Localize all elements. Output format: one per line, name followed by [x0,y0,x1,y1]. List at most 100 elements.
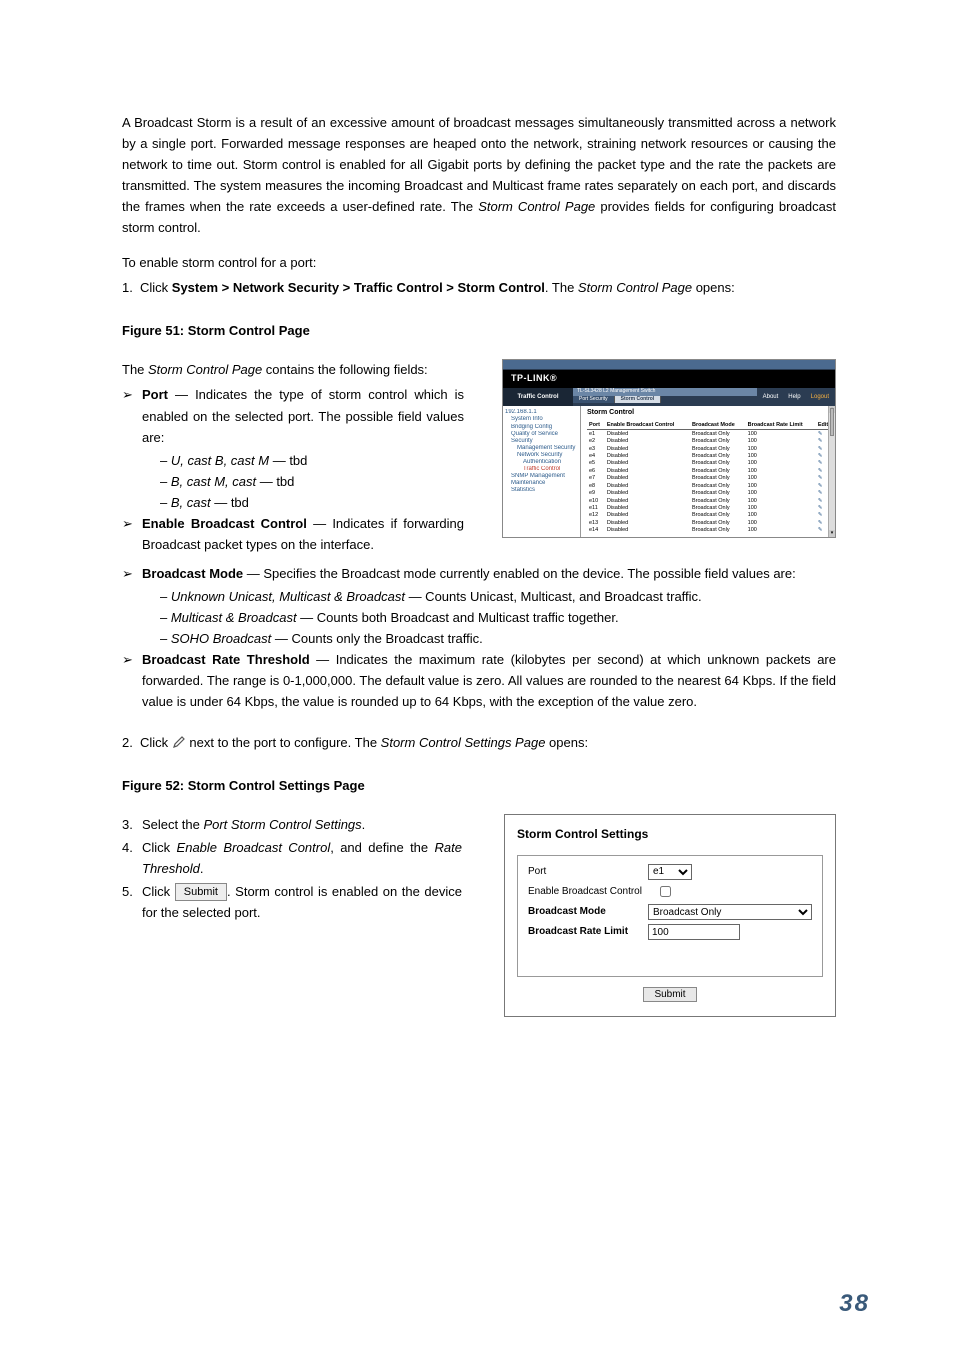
bm-name: Broadcast Mode [142,566,243,581]
ebc-name: Enable Broadcast Control [142,516,307,531]
table-row: e13DisabledBroadcast Only100✎ [587,519,833,526]
step2-pre: Click [140,735,172,750]
table-row: e5DisabledBroadcast Only100✎ [587,460,833,467]
bullet-icon: ➢ [122,563,142,584]
step1-pre: Click [140,280,172,295]
tree-item[interactable]: Statistics [505,487,578,494]
tree-item[interactable]: System Info [505,416,578,423]
figure-51-caption: Figure 51: Storm Control Page [122,320,836,341]
tab-storm-control[interactable]: Storm Control [615,396,662,404]
settings-title: Storm Control Settings [517,825,823,844]
table-row: e4DisabledBroadcast Only100✎ [587,452,833,459]
brt-name: Broadcast Rate Threshold [142,652,310,667]
tab-port-security[interactable]: Port Security [573,396,615,404]
fields-col: The Storm Control Page contains the foll… [122,359,464,556]
table-row: e11DisabledBroadcast Only100✎ [587,504,833,511]
tree-item[interactable]: Management Security [505,445,578,452]
s4-em: Enable Broadcast Control [177,840,331,855]
bullet-icon: ➢ [122,513,142,555]
link-logout[interactable]: Logout [811,394,829,401]
list-item: – U, cast B, cast M — tbd [160,450,464,471]
link-about[interactable]: About [763,394,779,401]
submit-button[interactable]: Submit [643,987,696,1002]
tree-item[interactable]: Security [505,438,578,445]
step1-bold: System > Network Security > Traffic Cont… [172,280,545,295]
bullet-ebc: ➢ Enable Broadcast Control — Indicates i… [122,513,464,555]
bullet-bm: ➢ Broadcast Mode — Specifies the Broadca… [122,563,836,584]
step5-num: 5. [122,881,142,923]
tree-item[interactable]: SNMP Management [505,473,578,480]
topbar-section: Traffic Control [503,388,573,406]
table-row: e6DisabledBroadcast Only100✎ [587,467,833,474]
step-4: 4. Click Enable Broadcast Control, and d… [122,837,462,879]
brl-input[interactable] [648,924,740,940]
list-item: – SOHO Broadcast — Counts only the Broad… [160,628,836,649]
panel-heading: Storm Control [587,409,833,417]
list-item: – B, cast M, cast — tbd [160,471,464,492]
step1-num: 1. [122,277,140,298]
table-row: e12DisabledBroadcast Only100✎ [587,512,833,519]
figure-51-screenshot: TP-LINK® Traffic Control TL-SL3428 L2 Ma… [502,359,836,538]
table-row: e2DisabledBroadcast Only100✎ [587,437,833,444]
bullet-icon: ➢ [122,384,142,447]
tree-item[interactable]: Bridging Config [505,424,578,431]
brand-logo: TP-LINK® [503,370,835,388]
intro-em: Storm Control Page [478,199,595,214]
step1-tail: opens: [692,280,735,295]
window-titlebar [503,360,835,370]
s5-pre: Click [142,884,175,899]
table-row: e7DisabledBroadcast Only100✎ [587,475,833,482]
tree-item[interactable]: Quality of Service [505,431,578,438]
bullet-icon: ➢ [122,649,142,712]
port-select[interactable]: e1 [648,864,692,880]
s3-pre: Select the [142,817,203,832]
s4-pre: Click [142,840,177,855]
s3-em: Port Storm Control Settings [203,817,361,832]
tree-item[interactable]: Authentication [505,459,578,466]
step3-num: 3. [122,814,142,835]
step4-num: 4. [122,837,142,879]
contains-line: The Storm Control Page contains the foll… [122,359,464,380]
tree-item[interactable]: Network Security [505,452,578,459]
enable-lead: To enable storm control for a port: [122,252,836,273]
tree-item[interactable]: Traffic Control [505,466,578,473]
table-row: e9DisabledBroadcast Only100✎ [587,489,833,496]
contains-em: Storm Control Page [148,362,262,377]
table-row: e8DisabledBroadcast Only100✎ [587,482,833,489]
step-3: 3. Select the Port Storm Control Setting… [122,814,462,835]
step2-tail: opens: [545,735,588,750]
th-ebc: Enable Broadcast Control [605,421,690,430]
s4-mid: , and define the [330,840,434,855]
steps-345-col: 3. Select the Port Storm Control Setting… [122,814,462,925]
nav-tree[interactable]: 192.168.1.1System InfoBridging ConfigQua… [503,406,581,537]
port-label: Port [528,864,648,880]
step2-mid: next to the port to configure. The [186,735,381,750]
tree-item[interactable]: Maintenance [505,480,578,487]
page-number: 38 [839,1285,870,1324]
step2-em: Storm Control Settings Page [381,735,546,750]
ebc-checkbox[interactable] [660,886,671,897]
table-row: e10DisabledBroadcast Only100✎ [587,497,833,504]
scroll-thumb[interactable] [830,408,834,436]
table-row: e3DisabledBroadcast Only100✎ [587,445,833,452]
scrollbar[interactable]: ▴ ▾ [828,406,835,537]
port-name: Port [142,387,168,402]
tree-item[interactable]: 192.168.1.1 [505,409,578,416]
step-2: 2.Click next to the port to configure. T… [122,732,836,753]
topbar-banner: TL-SL3428 L2 Management Switch [573,388,757,396]
bullet-brt: ➢ Broadcast Rate Threshold — Indicates t… [122,649,836,712]
scroll-down-icon[interactable]: ▾ [829,530,835,537]
intro-paragraph: A Broadcast Storm is a result of an exce… [122,112,836,238]
brl-label: Broadcast Rate Limit [528,924,648,940]
list-item: – Multicast & Broadcast — Counts both Br… [160,607,836,628]
list-item: – Unknown Unicast, Multicast & Broadcast… [160,586,836,607]
submit-button-image: Submit [175,883,227,901]
th-bm: Broadcast Mode [690,421,746,430]
bm-desc: — Specifies the Broadcast mode currently… [243,566,796,581]
th-port: Port [587,421,605,430]
link-help[interactable]: Help [788,394,800,401]
figure-52-screenshot: Storm Control Settings Port e1 Enable Br… [504,814,836,1016]
step1-em: Storm Control Page [578,280,692,295]
table-row: e14DisabledBroadcast Only100✎ [587,527,833,534]
bm-select[interactable]: Broadcast Only [648,904,812,920]
